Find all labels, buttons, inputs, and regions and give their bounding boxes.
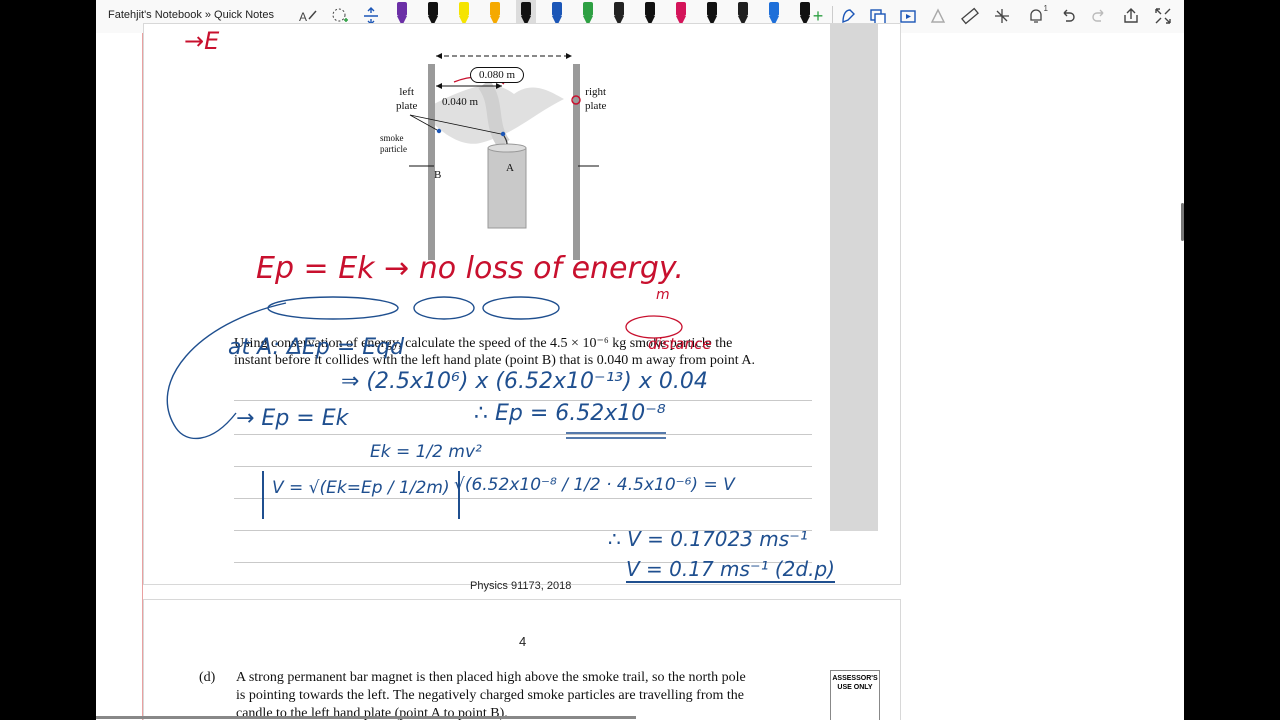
handwritten-ep-value: ∴ Ep = 6.52x10⁻⁸ [474, 401, 666, 426]
point-a-label: A [506, 162, 514, 174]
undo-icon[interactable] [1056, 4, 1080, 28]
worksheet-page-4: 4 (d) A strong permanent bar magnet is t… [143, 599, 901, 720]
part-d-line-2: is pointing towards the left. The negati… [236, 688, 744, 703]
note-canvas[interactable]: 0.080 m 0.040 m left plate right plate smo… [96, 23, 1184, 720]
shape-fill-icon[interactable] [926, 4, 950, 28]
page-number: 4 [519, 634, 527, 649]
page-footer: Physics 91173, 2018 [470, 580, 572, 592]
handwritten-energy-line: Ep = Ek → no loss of energy. [256, 251, 684, 286]
handwritten-at-line: at A: ΔEp = Eqd [228, 335, 405, 360]
notification-count: 1 [1043, 4, 1048, 13]
handwritten-v-formula-right: √(6.52x10⁻⁸ / 1/2 · 4.5x10⁻⁶) = V [454, 475, 735, 495]
answer-line [234, 466, 812, 467]
handwritten-v-final: V = 0.17 ms⁻¹ (2d.p) [626, 557, 835, 583]
left-plate-label: left plate [396, 86, 418, 112]
smoke-particle-label: smoke particle [380, 133, 407, 154]
handwritten-ep-ek: → Ep = Ek [236, 406, 349, 431]
handwritten-ek-formula: Ek = 1/2 mv² [370, 442, 482, 462]
onenote-window: Fatehjit's Notebook » Quick Notes A + 1 … [96, 0, 1184, 720]
part-label: (d) [199, 670, 216, 685]
handwritten-fragment: →E [184, 27, 220, 55]
handwritten-v-result: ∴ V = 0.17023 ms⁻¹ [608, 527, 808, 551]
part-d-line-1: A strong permanent bar magnet is then pl… [236, 670, 746, 685]
expand-icon[interactable] [1151, 4, 1175, 28]
horizontal-scrollbar[interactable] [96, 716, 636, 719]
share-icon[interactable] [1119, 4, 1143, 28]
vertical-scrollbar[interactable] [1181, 203, 1184, 241]
svg-text:A: A [299, 10, 307, 24]
notification-icon[interactable]: 1 [1024, 4, 1048, 28]
assessor-box: ASSESSOR'S USE ONLY [830, 670, 880, 720]
ruler-icon[interactable] [958, 4, 982, 28]
handwritten-v-formula-left: V = √(Ek=Ep / 1/2m) [262, 471, 460, 519]
redo-icon[interactable] [1087, 4, 1111, 28]
distance-total-label: 0.080 m [470, 67, 525, 83]
point-b-label: B [434, 169, 442, 181]
right-plate-label: right plate [585, 86, 607, 112]
handwritten-calc-line: ⇒ (2.5x10⁶) x (6.52x10⁻¹³) x 0.04 [341, 369, 708, 394]
eraser-icon[interactable] [990, 4, 1014, 28]
breadcrumb[interactable]: Fatehjit's Notebook » Quick Notes [108, 9, 274, 21]
assessor-column [830, 24, 878, 531]
distance-half-label: 0.040 m [442, 96, 479, 108]
